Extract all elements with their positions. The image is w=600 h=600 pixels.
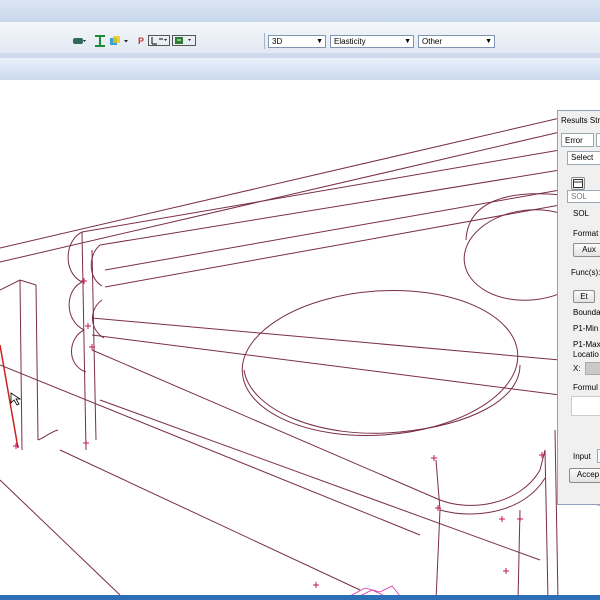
node-marker — [499, 516, 505, 522]
location-label: Locatio — [573, 350, 599, 359]
tab-error[interactable]: Error — [561, 133, 594, 147]
node-marker — [83, 440, 89, 446]
model-edge — [243, 364, 521, 434]
node-marker — [313, 582, 319, 588]
model-edge — [81, 149, 561, 233]
model-edge — [544, 449, 549, 600]
model-edge — [99, 169, 561, 246]
taskbar — [0, 595, 600, 600]
format-label: Format — [573, 229, 599, 238]
select-dropdown-value: Select — [571, 153, 594, 162]
chevron-down-icon: ▼ — [485, 38, 492, 45]
model-edge — [0, 364, 421, 536]
frame-icon[interactable] — [148, 35, 170, 46]
beam-icon[interactable] — [93, 35, 107, 47]
analysis-combo[interactable]: Elasticity ▼ — [330, 35, 414, 48]
node-marker — [85, 323, 91, 329]
sol-input[interactable]: SOL — [567, 190, 600, 203]
view-combo[interactable]: 3D ▼ — [268, 35, 326, 48]
x-label: X: — [573, 364, 581, 373]
results-panel: Results Stre Error Select SOL SOL Format… — [557, 110, 600, 505]
et-button[interactable]: Et — [573, 290, 595, 303]
model-edge — [0, 131, 561, 263]
model-edge — [35, 284, 39, 441]
other-combo[interactable]: Other ▼ — [418, 35, 495, 48]
model-edge — [91, 334, 561, 396]
toolbar: P 3D ▼ Elasticity ▼ Other ▼ — [0, 22, 600, 59]
select-dropdown[interactable]: Select — [567, 151, 600, 165]
chevron-down-icon: ▼ — [316, 38, 323, 45]
model-edge — [439, 449, 546, 506]
p1-max-label: P1-Max — [573, 340, 600, 349]
input-label: Input — [573, 452, 591, 461]
chevron-down-icon: ▼ — [404, 38, 411, 45]
model-edge — [465, 193, 561, 241]
model-edge — [91, 317, 561, 361]
layer-icon[interactable] — [72, 35, 86, 47]
analysis-combo-value: Elasticity — [334, 37, 366, 46]
tab-second[interactable] — [596, 133, 600, 147]
model-viewport[interactable] — [0, 80, 600, 600]
other-combo-value: Other — [422, 37, 443, 46]
node-icon[interactable] — [172, 35, 196, 46]
model-edge — [0, 279, 37, 291]
model-edge — [81, 231, 87, 451]
toolbar-separator — [264, 33, 265, 49]
model-edge — [0, 479, 121, 596]
node-marker — [517, 516, 523, 522]
model-edge — [67, 231, 83, 283]
model-edge — [435, 459, 441, 600]
model-edge — [59, 449, 361, 591]
model-edge — [68, 281, 85, 331]
wireframe-model — [0, 117, 600, 600]
pocket-ellipse — [241, 290, 519, 436]
funcs-label: Func(s): — [571, 268, 600, 277]
spreadsheet-icon[interactable] — [571, 177, 585, 190]
grid-icon[interactable] — [109, 35, 131, 47]
model-edge — [0, 117, 561, 249]
title-bar — [0, 0, 600, 23]
model-edge — [37, 429, 59, 441]
formula-area[interactable] — [571, 396, 600, 416]
view-combo-value: 3D — [272, 37, 283, 46]
p1-min-label: P1-Min — [573, 324, 599, 333]
model-edge — [99, 399, 541, 561]
panel-title: Results Stre — [561, 116, 600, 125]
model-edge — [104, 204, 561, 288]
formula-label: Formul — [573, 383, 598, 392]
aux-button[interactable]: Aux — [573, 243, 600, 257]
boundary-label: Bounda — [573, 308, 600, 317]
ribbon-strip — [0, 58, 600, 81]
sol-label: SOL — [573, 209, 590, 218]
node-marker — [503, 568, 509, 574]
pin-icon[interactable]: P — [136, 35, 146, 47]
x-value-field[interactable] — [585, 362, 600, 375]
model-edge — [517, 509, 521, 600]
mouse-cursor-icon — [10, 392, 22, 406]
node-marker — [81, 278, 87, 284]
model-edge — [19, 279, 23, 451]
node-marker — [13, 443, 19, 449]
accept-button[interactable]: Accep — [569, 468, 600, 483]
